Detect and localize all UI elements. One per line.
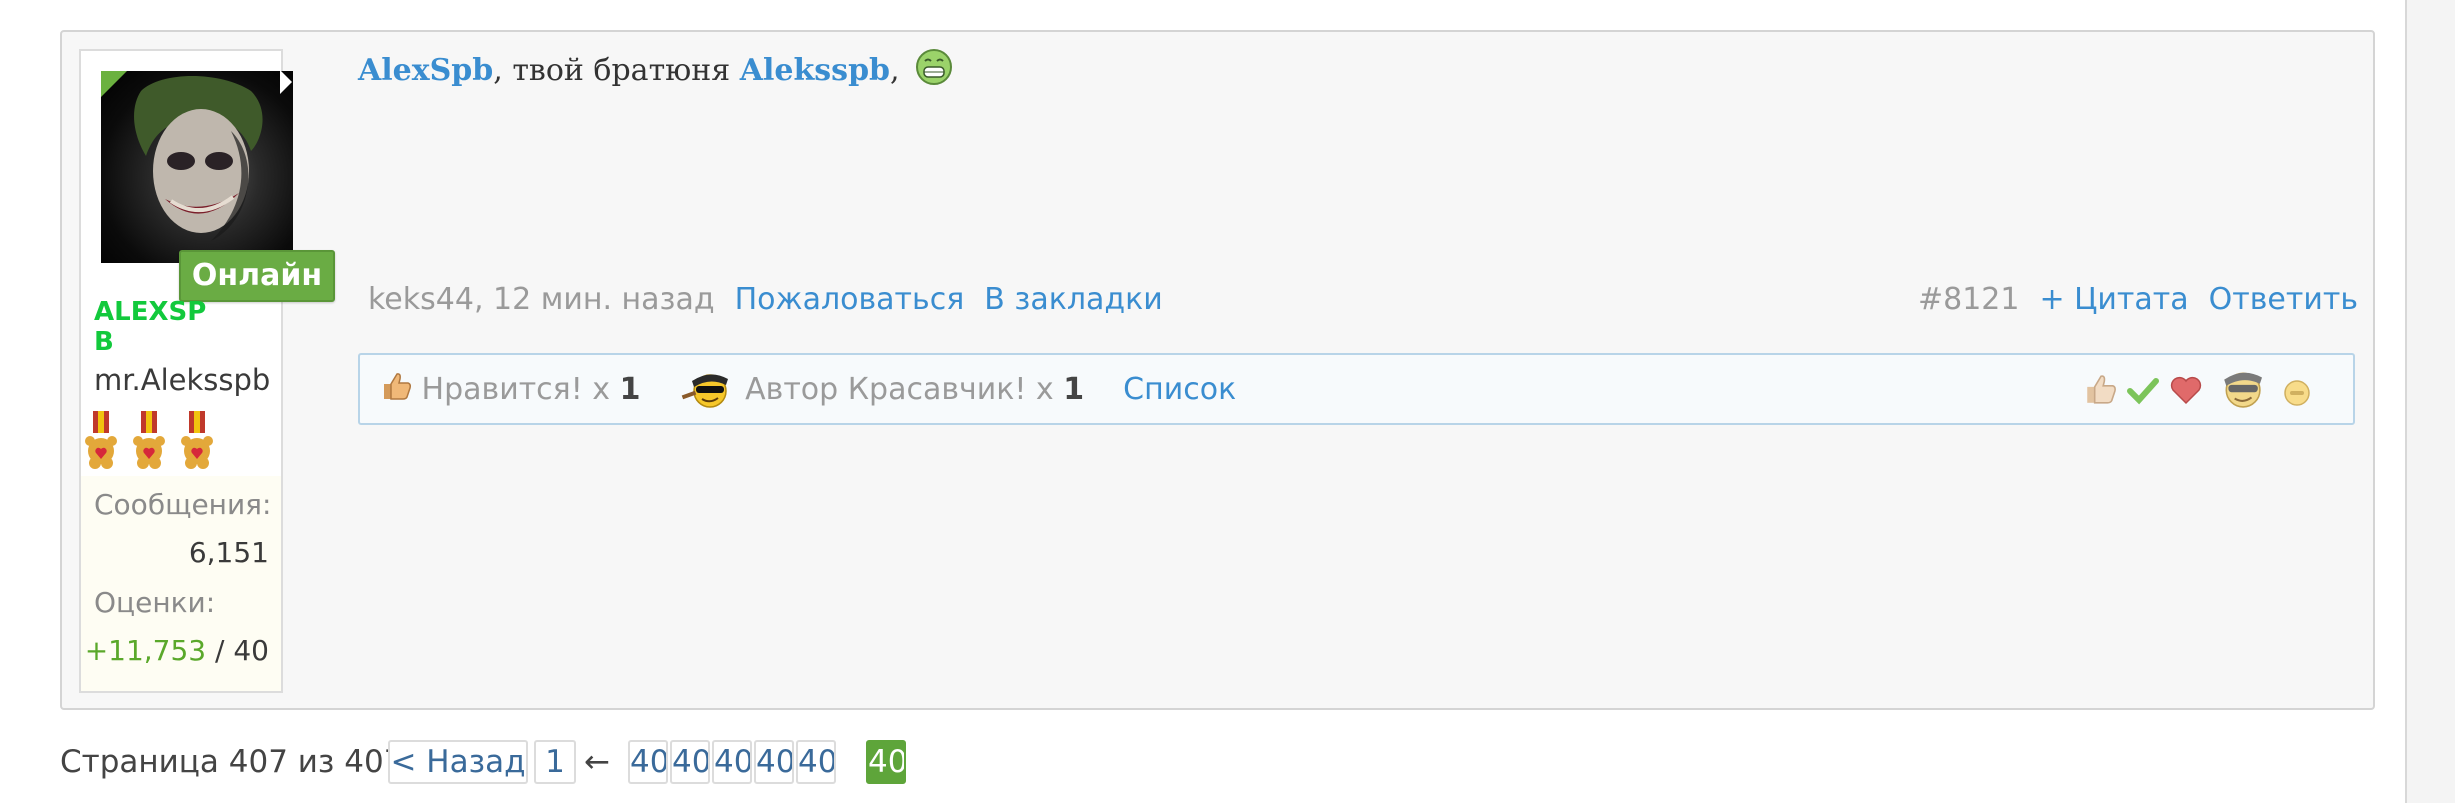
message-body: AlexSpb, твой братюня Aleksspb, — [358, 48, 953, 88]
page-406-button[interactable]: 406 — [796, 740, 836, 784]
page-404-button[interactable]: 404 — [712, 740, 752, 784]
ratings-separator: / — [206, 634, 234, 667]
like-x: x — [582, 372, 620, 407]
cool-count: 1 — [1063, 372, 1085, 407]
page-info: Страница 407 из 407 — [60, 744, 404, 780]
cool-rating-icon[interactable] — [2211, 367, 2271, 409]
post-number[interactable]: #8121 — [1918, 282, 2019, 317]
quote-link[interactable]: + Цитата — [2039, 282, 2188, 317]
avatar-container: Онлайн — [81, 51, 335, 302]
cool-label: Автор Красавчик! — [745, 372, 1027, 407]
corner-ribbon — [101, 71, 127, 97]
like-button-icon[interactable] — [2083, 373, 2117, 405]
ratings-positive: +11,753 — [84, 634, 207, 667]
message-text: , твой братюня — [493, 53, 740, 88]
teddy-bear-medal-icon[interactable] — [83, 411, 119, 473]
thumbs-up-icon — [384, 373, 411, 400]
forum-post: Онлайн ALEXSPB mr.Aleksspb Сообщения: 6,… — [60, 30, 2375, 710]
heart-icon[interactable] — [2169, 375, 2203, 405]
neutral-smiley-icon[interactable] — [2283, 379, 2311, 407]
cool-x: x — [1026, 372, 1064, 407]
grin-icon — [916, 49, 953, 85]
report-link[interactable]: Пожаловаться — [735, 282, 965, 317]
agree-checkmark-icon[interactable] — [2127, 375, 2159, 405]
cool-smiley-icon — [681, 374, 728, 408]
post-meta: keks44, 12 мин. назад Пожаловаться В закла… — [368, 282, 2358, 322]
like-count: 1 — [619, 372, 641, 407]
rating-buttons — [2083, 371, 2323, 409]
ratings-label: Оценки: — [94, 586, 216, 619]
page-jump-arrow[interactable]: ← — [584, 744, 610, 780]
messages-label: Сообщения: — [94, 488, 272, 521]
page: Онлайн ALEXSPB mr.Aleksspb Сообщения: 6,… — [0, 0, 2407, 803]
message-pointer — [280, 70, 292, 94]
ratings-value: +11,753 / 40 — [85, 634, 269, 667]
post-author-time[interactable]: keks44, 12 мин. назад — [368, 282, 715, 317]
mention-aleksspb[interactable]: Aleksspb — [740, 53, 890, 88]
teddy-bear-medal-icon[interactable] — [131, 411, 167, 473]
current-page-button[interactable]: 407 — [866, 740, 906, 784]
page-1-button[interactable]: 1 — [534, 740, 576, 784]
mention-alexspb[interactable]: AlexSpb — [358, 53, 493, 88]
avatar[interactable] — [101, 71, 293, 263]
page-405-button[interactable]: 405 — [754, 740, 794, 784]
username-link[interactable]: ALEXSPB — [94, 297, 224, 357]
reply-link[interactable]: Ответить — [2209, 282, 2358, 317]
like-label: Нравится! — [421, 372, 583, 407]
ratings-other: 40 — [233, 634, 269, 667]
messages-count[interactable]: 6,151 — [189, 536, 269, 569]
message-text-end: , — [890, 53, 900, 88]
bookmark-link[interactable]: В закладки — [984, 282, 1163, 317]
user-title: mr.Aleksspb — [94, 363, 271, 397]
online-status-badge: Онлайн — [179, 250, 335, 302]
page-402-button[interactable]: 402 — [628, 740, 668, 784]
user-stats: Сообщения: 6,151 Оценки: +11,753 / 40 — [81, 476, 281, 691]
likes-summary: Нравится! x 1 Автор Красавчик! x 1 Списо… — [358, 353, 2355, 425]
page-403-button[interactable]: 403 — [670, 740, 710, 784]
likes-list-link[interactable]: Список — [1123, 372, 1236, 407]
prev-page-button[interactable]: < Назад — [388, 740, 528, 784]
avatar-image — [134, 76, 263, 241]
user-info-panel: Онлайн ALEXSPB mr.Aleksspb Сообщения: 6,… — [79, 49, 335, 693]
teddy-bear-medal-icon[interactable] — [179, 411, 215, 473]
